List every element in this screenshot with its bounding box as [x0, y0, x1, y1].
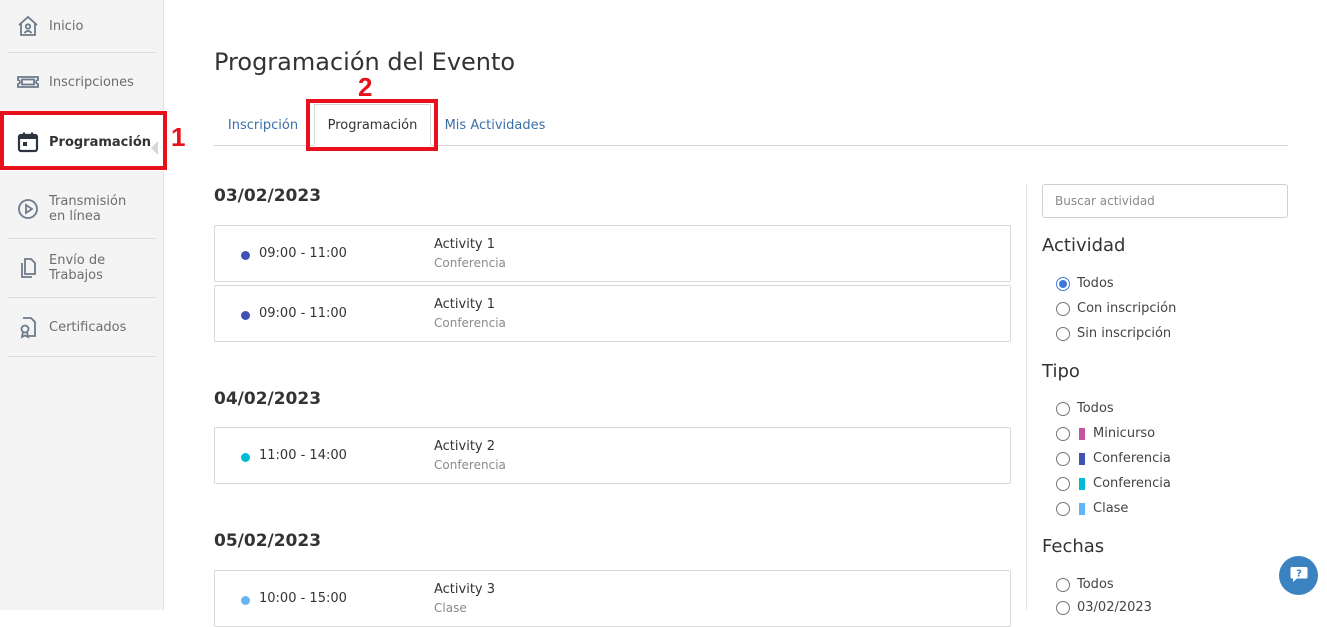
activity-type: Conferencia [434, 316, 506, 330]
type-color-swatch [1079, 502, 1085, 515]
activity-card[interactable]: 09:00 - 11:00 Activity 1 Conferencia [214, 225, 1011, 282]
play-icon [16, 197, 40, 221]
activity-time: 10:00 - 15:00 [259, 591, 347, 606]
filter-heading-actividad: Actividad [1042, 235, 1126, 256]
activity-type: Clase [434, 601, 467, 615]
filter-option-label: Sin inscripción [1077, 326, 1172, 341]
highlight-box-2 [306, 99, 438, 151]
radio-selected[interactable] [1056, 276, 1070, 291]
radio[interactable] [1056, 577, 1070, 592]
filter-fechas-date[interactable]: 03/02/2023 [1056, 600, 1152, 615]
filter-tipo-conferencia[interactable]: Conferencia [1056, 451, 1171, 466]
filter-actividad-con-inscripcion[interactable]: Con inscripción [1056, 301, 1176, 316]
sidebar-item-envio-trabajos[interactable]: Envío de Trabajos [8, 239, 156, 298]
sidebar-item-certificados[interactable]: Certificados [8, 298, 156, 357]
activity-name: Activity 3 [434, 582, 496, 597]
schedule-date-heading: 04/02/2023 [214, 389, 322, 409]
activity-name: Activity 1 [434, 297, 496, 312]
filter-fechas-todos[interactable]: Todos [1056, 577, 1114, 592]
activity-type-dot [241, 596, 250, 605]
activity-name: Activity 1 [434, 237, 496, 252]
highlight-number-1: 1 [171, 122, 186, 152]
highlight-number-2: 2 [358, 72, 373, 102]
activity-type: Conferencia [434, 256, 506, 270]
filter-heading-tipo: Tipo [1042, 361, 1080, 382]
sidebar-item-label: Transmisión en línea [49, 193, 127, 224]
filter-option-label: Conferencia [1093, 476, 1171, 491]
sidebar-item-inicio[interactable]: Inicio [8, 0, 156, 53]
activity-type-dot [241, 311, 250, 320]
activity-card[interactable]: 11:00 - 14:00 Activity 2 Conferencia [214, 427, 1011, 484]
tab-inscripcion[interactable]: Inscripción [214, 104, 312, 146]
filter-option-label: Todos [1077, 401, 1114, 416]
ticket-icon [16, 70, 40, 94]
filter-tipo-todos[interactable]: Todos [1056, 401, 1114, 416]
filter-actividad-todos[interactable]: Todos [1056, 276, 1114, 291]
svg-text:?: ? [1296, 568, 1302, 579]
filter-tipo-clase[interactable]: Clase [1056, 501, 1128, 516]
filter-heading-fechas: Fechas [1042, 536, 1105, 557]
radio[interactable] [1056, 401, 1070, 416]
sidebar-item-inscripciones[interactable]: Inscripciones [8, 53, 156, 112]
filter-divider [1026, 184, 1027, 610]
filter-option-label: Conferencia [1093, 451, 1171, 466]
sidebar-item-label: Envío de Trabajos [49, 253, 106, 283]
radio[interactable] [1056, 600, 1070, 615]
activity-type: Conferencia [434, 458, 506, 472]
search-activity-input[interactable] [1042, 184, 1288, 218]
filter-option-label: Minicurso [1093, 426, 1156, 441]
filter-tipo-minicurso[interactable]: Minicurso [1056, 426, 1155, 441]
radio[interactable] [1056, 301, 1070, 316]
tab-mis-actividades[interactable]: Mis Actividades [433, 104, 557, 146]
activity-time: 11:00 - 14:00 [259, 448, 347, 463]
documents-icon [16, 256, 40, 280]
activity-card[interactable]: 09:00 - 11:00 Activity 1 Conferencia [214, 285, 1011, 342]
certificate-icon [16, 315, 40, 339]
sidebar-item-transmision[interactable]: Transmisión en línea [8, 179, 156, 239]
radio[interactable] [1056, 501, 1070, 516]
activity-type-dot [241, 453, 250, 462]
chat-question-icon: ? [1289, 564, 1309, 588]
schedule-date-heading: 03/02/2023 [214, 186, 322, 206]
type-color-swatch [1079, 452, 1085, 465]
filter-tipo-conferencia-2[interactable]: Conferencia [1056, 476, 1171, 491]
activity-name: Activity 2 [434, 439, 496, 454]
activity-time: 09:00 - 11:00 [259, 246, 347, 261]
schedule-date-heading: 05/02/2023 [214, 531, 322, 551]
filter-option-label: Todos [1077, 276, 1114, 291]
highlight-box-1 [0, 111, 167, 170]
filter-option-label: Todos [1077, 577, 1114, 592]
sidebar-item-label: Inscripciones [49, 74, 134, 90]
radio[interactable] [1056, 451, 1070, 466]
filter-option-label: Con inscripción [1077, 301, 1177, 316]
filter-option-label: 03/02/2023 [1077, 600, 1152, 615]
filter-actividad-sin-inscripcion[interactable]: Sin inscripción [1056, 326, 1171, 341]
activity-time: 09:00 - 11:00 [259, 306, 347, 321]
sidebar-item-label: Inicio [49, 18, 84, 34]
type-color-swatch [1079, 477, 1085, 490]
activity-type-dot [241, 251, 250, 260]
type-color-swatch [1079, 427, 1085, 440]
help-chat-button[interactable]: ? [1279, 556, 1318, 595]
radio[interactable] [1056, 326, 1070, 341]
filter-option-label: Clase [1093, 501, 1129, 516]
sidebar: Inicio Inscripciones Programación Transm… [0, 0, 164, 610]
activity-card[interactable]: 10:00 - 15:00 Activity 3 Clase [214, 570, 1011, 627]
radio[interactable] [1056, 476, 1070, 491]
sidebar-item-label: Certificados [49, 319, 127, 335]
radio[interactable] [1056, 426, 1070, 441]
home-icon [16, 14, 40, 38]
